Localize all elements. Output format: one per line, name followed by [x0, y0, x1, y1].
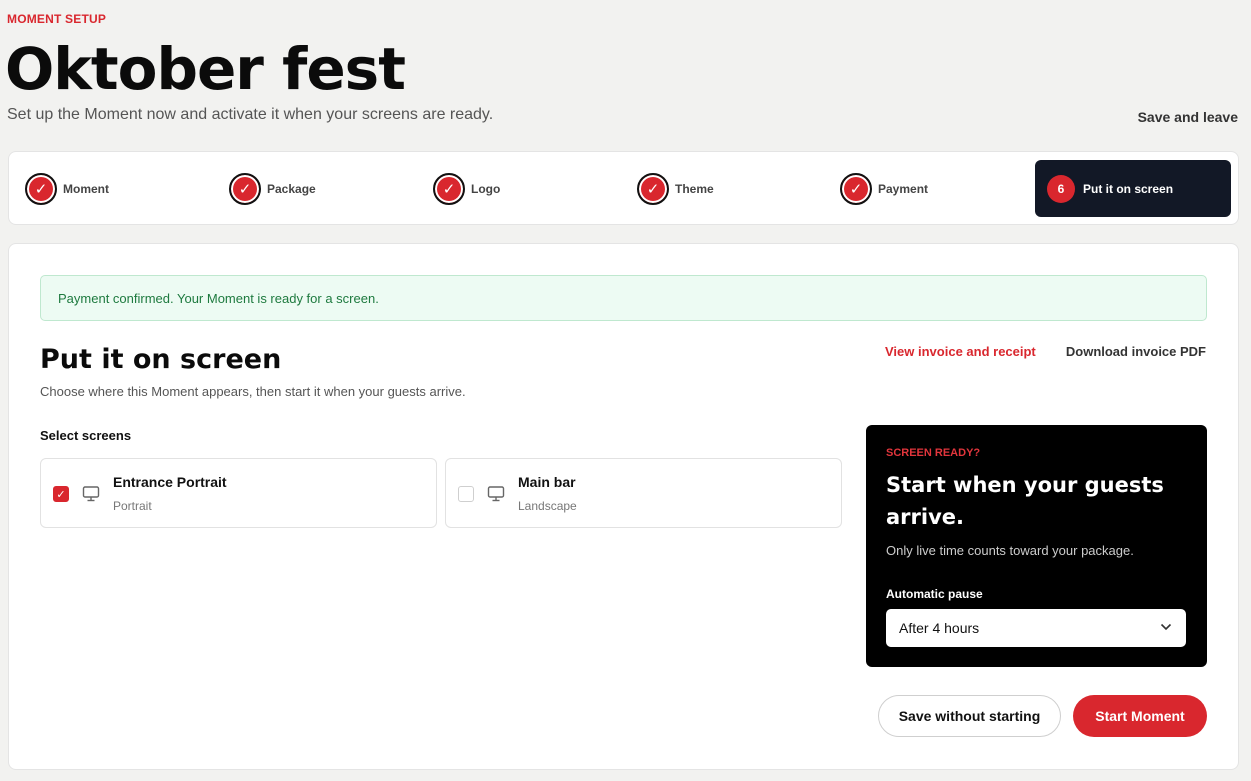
step-logo[interactable]: ✓ Logo: [433, 172, 500, 206]
chevron-down-icon: [1160, 623, 1172, 631]
payment-confirmed-alert: Payment confirmed. Your Moment is ready …: [40, 275, 1207, 321]
screen-ready-panel: SCREEN READY? Start when your guests arr…: [866, 425, 1207, 667]
select-screens-label: Select screens: [40, 428, 132, 443]
save-and-leave-link[interactable]: Save and leave: [1138, 109, 1238, 125]
view-invoice-link[interactable]: View invoice and receipt: [885, 344, 1036, 359]
section-title: Put it on screen: [40, 344, 282, 375]
pause-select-value: After 4 hours: [899, 620, 980, 636]
monitor-icon: [487, 486, 505, 502]
setup-stepper: ✓ Moment ✓ Package ✓ Logo ✓ Theme ✓ Paym…: [8, 151, 1239, 225]
save-without-starting-button[interactable]: Save without starting: [878, 695, 1061, 737]
screen-orientation: Landscape: [518, 499, 577, 513]
start-moment-button[interactable]: Start Moment: [1073, 695, 1207, 737]
screen-card-main-bar[interactable]: Main bar Landscape: [445, 458, 842, 528]
check-icon: ✓: [229, 173, 261, 205]
step-payment[interactable]: ✓ Payment: [840, 172, 928, 206]
page-title: Oktober fest: [5, 35, 406, 103]
step-label: Theme: [675, 182, 714, 196]
check-icon: ✓: [637, 173, 669, 205]
screen-checkbox[interactable]: ✓: [53, 486, 69, 502]
page-eyebrow: MOMENT SETUP: [7, 12, 107, 26]
check-icon: ✓: [840, 173, 872, 205]
screen-orientation: Portrait: [113, 499, 152, 513]
step-label: Logo: [471, 182, 501, 196]
automatic-pause-label: Automatic pause: [886, 587, 983, 601]
ready-subtitle: Only live time counts toward your packag…: [886, 543, 1134, 558]
check-icon: ✓: [25, 173, 57, 205]
automatic-pause-select[interactable]: After 4 hours: [886, 609, 1186, 647]
ready-eyebrow: SCREEN READY?: [886, 447, 981, 459]
step-label: Payment: [878, 182, 929, 196]
screen-checkbox[interactable]: [458, 486, 474, 502]
step-label: Put it on screen: [1083, 181, 1174, 196]
screen-name: Main bar: [518, 474, 576, 490]
step-number-badge: 6: [1047, 174, 1075, 203]
section-subtitle: Choose where this Moment appears, then s…: [40, 384, 466, 399]
step-label: Moment: [63, 182, 109, 196]
step-put-it-on-screen[interactable]: 6 Put it on screen: [1035, 160, 1231, 217]
main-card: Payment confirmed. Your Moment is ready …: [8, 243, 1239, 770]
page-subtitle: Set up the Moment now and activate it wh…: [7, 106, 494, 123]
check-icon: ✓: [433, 173, 465, 205]
monitor-icon: [82, 486, 100, 502]
screen-card-entrance-portrait[interactable]: ✓ Entrance Portrait Portrait: [40, 458, 437, 528]
step-package[interactable]: ✓ Package: [229, 172, 316, 206]
ready-title: Start when your guests arrive.: [886, 473, 1164, 529]
step-theme[interactable]: ✓ Theme: [637, 172, 714, 206]
step-label: Package: [267, 182, 316, 196]
screen-name: Entrance Portrait: [113, 474, 227, 490]
download-invoice-pdf-link[interactable]: Download invoice PDF: [1066, 344, 1206, 359]
step-moment[interactable]: ✓ Moment: [25, 172, 109, 206]
